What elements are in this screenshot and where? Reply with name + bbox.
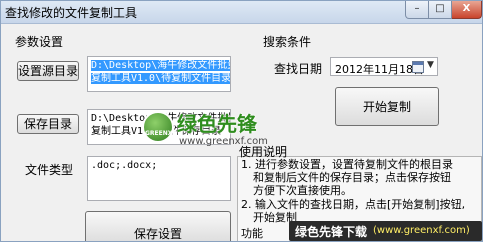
watermark-banner-url: (www.greenxf.com) xyxy=(373,225,470,236)
file-type-field[interactable]: .doc;.docx; xyxy=(87,156,231,201)
date-picker[interactable]: 2012年11月18日 ▼ xyxy=(330,57,438,76)
maximize-icon: □ xyxy=(435,3,445,14)
watermark-url: www.greenxf.com xyxy=(179,136,268,147)
close-button[interactable]: X xyxy=(452,1,482,19)
title-bar[interactable]: 查找修改的文件复制工具 – □ X xyxy=(1,1,482,24)
watermark-logo-icon xyxy=(142,111,174,143)
date-label: 查找日期 xyxy=(274,62,323,76)
source-dir-line-2: 复制工具V1.0\待复制文件目录 xyxy=(91,73,231,84)
watermark-banner-brand: 绿色先锋下载 xyxy=(295,225,368,239)
chevron-down-icon[interactable]: ▼ xyxy=(427,60,434,70)
usage-line-6: 功能 xyxy=(241,227,263,240)
file-type-value: .doc;.docx; xyxy=(91,160,158,171)
start-copy-button[interactable]: 开始复制 xyxy=(335,87,439,126)
maximize-button[interactable]: □ xyxy=(429,1,452,19)
window-title: 查找修改的文件复制工具 xyxy=(5,6,138,20)
minimize-button[interactable]: – xyxy=(405,1,429,19)
usage-line-1: 1. 进行参数设置，设置待复制文件的根目录 xyxy=(241,158,453,171)
source-dir-line-1: D:\Desktop\海牛修改文件批量 xyxy=(91,60,230,71)
set-source-dir-button[interactable]: 设置源目录 xyxy=(17,61,79,81)
calendar-icon[interactable] xyxy=(412,61,424,73)
search-group-label: 搜索条件 xyxy=(263,35,312,49)
save-settings-button[interactable]: 保存设置 xyxy=(85,211,231,241)
watermark-brand: 绿色先锋 xyxy=(177,112,257,136)
usage-line-2: 和复制后文件的保存目录；点击保存按钮 xyxy=(253,171,451,184)
close-icon: X xyxy=(462,3,471,14)
source-dir-field[interactable]: D:\Desktop\海牛修改文件批量 复制工具V1.0\待复制文件目录 xyxy=(87,56,231,92)
date-value: 2012年11月18日 xyxy=(335,63,424,76)
file-type-label: 文件类型 xyxy=(25,163,74,177)
minimize-icon: – xyxy=(414,3,420,14)
save-dir-button[interactable]: 保存目录 xyxy=(17,114,79,134)
watermark-logo-text: GREENXF xyxy=(145,130,177,137)
params-group-label: 参数设置 xyxy=(15,35,64,49)
usage-line-4: 2. 输入文件的查找日期，点击[开始复制]按钮, xyxy=(241,198,466,211)
usage-line-3: 方便下次直接使用。 xyxy=(253,184,352,197)
app-window: 查找修改的文件复制工具 – □ X 参数设置 设置源目录 D:\Desktop\… xyxy=(0,0,483,242)
